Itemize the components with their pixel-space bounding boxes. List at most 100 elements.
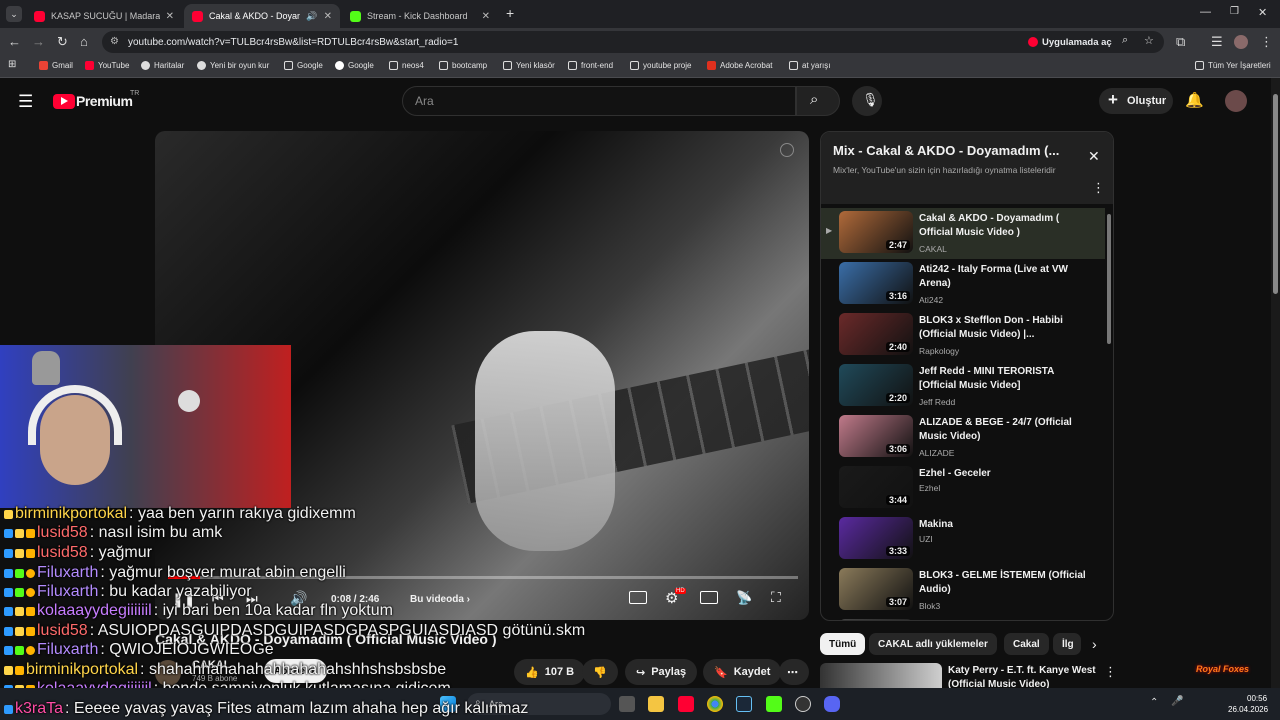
bookmark-front-end[interactable]: front-end (568, 61, 613, 70)
save-button[interactable]: 🔖 Kaydet (703, 659, 782, 685)
chip-all[interactable]: Tümü (820, 633, 866, 655)
close-window-icon[interactable]: ✕ (1258, 6, 1267, 19)
playlist-item-title[interactable]: Jeff Redd - MINI TERORISTA [Official Mus… (919, 365, 1089, 393)
chrome-icon[interactable] (707, 696, 723, 712)
playlist-thumbnail[interactable]: 2:20 (839, 364, 913, 406)
minimize-icon[interactable]: — (1200, 6, 1211, 18)
bookmark-maps[interactable]: Haritalar (141, 61, 184, 70)
bookmark-youtube[interactable]: YouTube (85, 61, 129, 70)
playlist-item-title[interactable]: Ezhel - Geceler (919, 467, 1089, 481)
miniplayer-icon[interactable] (700, 591, 718, 604)
file-explorer-icon[interactable] (648, 696, 664, 712)
clock-time[interactable]: 00:56 (1247, 694, 1267, 703)
open-in-app-button[interactable]: Uygulamada aç (1028, 34, 1112, 50)
youtube-app-icon[interactable] (678, 696, 694, 712)
tab-kick-dashboard[interactable]: Stream - Kick Dashboard ✕ (342, 4, 498, 28)
cast-icon[interactable]: 📡 (736, 590, 752, 606)
address-bar[interactable]: ⚙ youtube.com/watch?v=TULBcr4rsBw&list=R… (102, 31, 1164, 53)
playlist-item[interactable]: 2:20 Jeff Redd - MINI TERORISTA [Official… (821, 361, 1105, 412)
playlist-thumbnail[interactable]: 3:33 (839, 517, 913, 559)
tray-mic-icon[interactable]: 🎤 (1171, 696, 1183, 707)
recommended-thumbnail[interactable] (820, 663, 942, 688)
close-icon[interactable]: ✕ (324, 11, 332, 22)
close-icon[interactable]: ✕ (482, 11, 490, 22)
close-icon[interactable]: ✕ (166, 11, 174, 22)
playlist-thumbnail[interactable]: 3:16 (839, 262, 913, 304)
back-icon[interactable]: ← (8, 34, 21, 49)
apps-icon[interactable]: ⊞ (8, 59, 16, 70)
tab-search-icon[interactable]: ⌄ (6, 6, 22, 22)
playlist-thumbnail[interactable]: 3:07 (839, 568, 913, 610)
chip-cakal[interactable]: Cakal (1004, 633, 1049, 655)
playlist-thumbnail[interactable]: 2:40 (839, 313, 913, 355)
bookmark-gmail[interactable]: Gmail (39, 61, 73, 70)
notifications-bell-icon[interactable]: 🔔 (1185, 91, 1204, 109)
playlist-item[interactable]: ▶ 2:47 Cakal & AKDO - Doyamadım ( Official… (821, 208, 1105, 259)
share-button[interactable]: ↪ Paylaş (625, 659, 698, 685)
playlist-title[interactable]: Mix - Cakal & AKDO - Doyamadım (... (833, 143, 1059, 158)
zoom-icon[interactable]: ⌕ (1122, 34, 1128, 47)
playlist-item-title[interactable]: Ati242 - Değişmene Rağmen (919, 620, 1089, 621)
playlist-item[interactable]: 3:06 ALIZADE & BEGE - 24/7 (Official Musi… (821, 412, 1105, 463)
extensions-icon[interactable]: ⧉ (1176, 34, 1185, 50)
info-icon[interactable] (780, 143, 794, 157)
bookmark-game[interactable]: Yeni bir oyun kur (197, 61, 269, 70)
bookmark-google[interactable]: Google (335, 61, 374, 70)
recommended-title[interactable]: Katy Perry - E.T. ft. Kanye West (Offici… (948, 664, 1098, 688)
search-button[interactable]: ⌕ (796, 86, 840, 116)
dislike-button[interactable]: 👎 (582, 659, 618, 685)
speaker-icon[interactable]: 🔊 (306, 11, 317, 22)
playlist-thumbnail[interactable]: 2:47 (839, 211, 913, 253)
like-button[interactable]: 👍 107 B (514, 659, 586, 685)
chip-channel-uploads[interactable]: CAKAL adlı yüklemeler (869, 633, 997, 655)
more-actions-button[interactable]: ⋯ (779, 659, 809, 685)
new-tab-button[interactable]: + (506, 5, 514, 21)
bookmark-bootcamp[interactable]: bootcamp (439, 61, 487, 70)
playlist-item-title[interactable]: Ati242 - Italy Forma (Live at VW Arena) (919, 263, 1089, 291)
playlist-item-title[interactable]: Cakal & AKDO - Doyamadım ( Official Musi… (919, 212, 1089, 240)
playlist-item[interactable]: 3:44 Ezhel - Geceler Ezhel (821, 463, 1105, 514)
steam-icon[interactable] (736, 696, 752, 712)
bookmark-google-folder[interactable]: Google (284, 61, 323, 70)
voice-search-button[interactable]: 🎙 (852, 86, 882, 116)
close-playlist-icon[interactable]: ✕ (1088, 148, 1100, 165)
chips-next-icon[interactable]: › (1092, 636, 1097, 652)
recommended-more-icon[interactable]: ⋮ (1104, 664, 1117, 680)
create-button[interactable]: + Oluştur (1099, 88, 1173, 114)
playlist-item-title[interactable]: BLOK3 x Stefflon Don - Habibi (Official … (919, 314, 1089, 342)
playlist-item[interactable]: 3:33 Makina UZI (821, 514, 1105, 565)
bookmark-neos4[interactable]: neos4 (389, 61, 424, 70)
menu-icon[interactable]: ⋮ (1260, 34, 1273, 50)
playlist-item[interactable]: 3:16 Ati242 - Italy Forma (Live at VW Are… (821, 259, 1105, 310)
bookmark-acrobat[interactable]: Adobe Acrobat (707, 61, 772, 70)
subtitles-icon[interactable] (629, 591, 647, 604)
profile-avatar[interactable] (1234, 35, 1248, 49)
tab-kasap-sucugu[interactable]: KASAP SUCUĞU | Madara Oldu ✕ (26, 4, 182, 28)
tray-chevron-icon[interactable]: ⌃ (1150, 697, 1158, 708)
restore-icon[interactable]: ❐ (1230, 6, 1239, 17)
bookmark-star-icon[interactable]: ☆ (1144, 34, 1154, 47)
discord-icon[interactable] (824, 696, 840, 712)
account-avatar[interactable] (1225, 90, 1247, 112)
playlist-item-title[interactable]: Makina (919, 518, 1089, 532)
fullscreen-icon[interactable]: ⛶ (771, 589, 781, 606)
bookmark-new-folder[interactable]: Yeni klasör (503, 61, 555, 70)
playlist-item[interactable]: 2:40 BLOK3 x Stefflon Don - Habibi (Offic… (821, 310, 1105, 361)
playlist-item-title[interactable]: BLOK3 - GELME İSTEMEM (Official Audio) (919, 569, 1089, 597)
site-info-icon[interactable]: ⚙ (110, 36, 119, 47)
scrollbar-thumb[interactable] (1273, 94, 1278, 294)
playlist-item-title[interactable]: ALIZADE & BEGE - 24/7 (Official Music Vi… (919, 416, 1089, 444)
playlist-item[interactable]: Ati242 - Değişmene Rağmen (821, 616, 1105, 621)
playlist-thumbnail[interactable]: 3:06 (839, 415, 913, 457)
clock-date[interactable]: 26.04.2026 (1228, 705, 1268, 714)
forward-icon[interactable]: → (32, 34, 45, 49)
page-scrollbar[interactable] (1271, 78, 1280, 688)
playlist-thumbnail[interactable] (839, 619, 913, 620)
search-input[interactable]: Ara (402, 86, 796, 116)
all-bookmarks[interactable]: Tüm Yer İşaretleri (1195, 61, 1271, 70)
chip-related[interactable]: İlg (1053, 633, 1081, 655)
task-view-icon[interactable] (619, 696, 635, 712)
tab-cakal-akdo[interactable]: Cakal & AKDO - Doyamadı 🔊 ✕ (184, 4, 340, 28)
playlist-scrollbar[interactable] (1107, 214, 1111, 344)
playlist-more-icon[interactable]: ⋮ (1092, 180, 1105, 196)
